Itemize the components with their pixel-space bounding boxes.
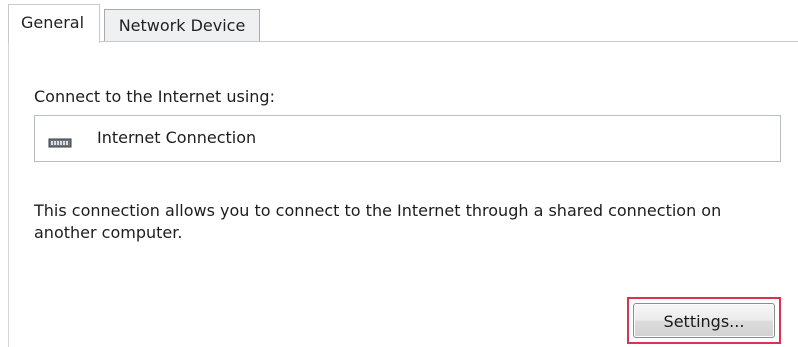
network-adapter-icon bbox=[48, 134, 72, 148]
tab-network-device[interactable]: Network Device bbox=[104, 9, 260, 42]
panel-border bbox=[8, 42, 9, 347]
network-properties-dialog: General Network Device Connect to the In… bbox=[0, 0, 798, 347]
connection-name: Internet Connection bbox=[97, 128, 257, 147]
tab-divider bbox=[100, 41, 798, 42]
settings-button[interactable]: Settings... bbox=[633, 303, 775, 338]
connection-description: This connection allows you to connect to… bbox=[34, 201, 722, 242]
connection-list-box[interactable]: Internet Connection bbox=[34, 115, 781, 162]
connect-using-label: Connect to the Internet using: bbox=[34, 87, 275, 106]
tab-strip: General Network Device bbox=[0, 0, 798, 43]
tab-general[interactable]: General bbox=[8, 4, 100, 43]
